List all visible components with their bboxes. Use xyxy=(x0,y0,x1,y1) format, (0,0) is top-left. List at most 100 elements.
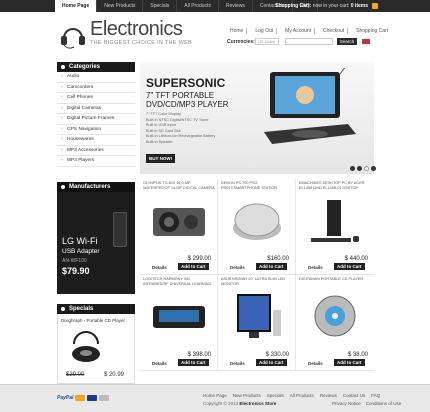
ad-line-3: AN-WF100 xyxy=(62,258,87,264)
cart-icon[interactable] xyxy=(372,3,378,9)
search-input[interactable] xyxy=(285,38,333,45)
ad-price: $79.90 xyxy=(62,266,90,276)
footer-link-new[interactable]: New Products xyxy=(233,393,261,398)
product-price: $ 398.00 xyxy=(187,352,211,358)
product-name[interactable]: ASUS MS208H 20" ULTRA SLIM LED MONITOR xyxy=(221,277,293,286)
category-cell-phones[interactable]: Cell Phones xyxy=(57,93,135,104)
categories-heading: Categories xyxy=(57,62,135,72)
visa-icon xyxy=(87,395,98,401)
header-link-home[interactable]: Home xyxy=(227,28,248,34)
footer-link-faq[interactable]: FAQ xyxy=(371,393,380,398)
header-link-checkout[interactable]: Checkout xyxy=(320,28,349,34)
search-button[interactable]: Search xyxy=(337,38,357,45)
bullet-icon xyxy=(61,65,65,69)
special-product-name[interactable]: Dixighraph - Portable CD Player xyxy=(61,318,125,323)
currency-label: Currencies: xyxy=(227,39,255,45)
nav-all-products[interactable]: All Products xyxy=(177,0,219,12)
conditions-link[interactable]: Conditions of Use xyxy=(366,401,402,406)
product-name[interactable]: OLYMPUS TG-810 16.0-MP WATERPROOF 14-MP … xyxy=(143,181,215,190)
header-links: Home Log Out My Account Checkout Shoppin… xyxy=(227,28,391,34)
dvd-player-image xyxy=(264,68,356,144)
add-to-cart-button[interactable]: Add to Cart xyxy=(178,359,209,366)
desktop-pc-image[interactable] xyxy=(301,192,369,248)
promo-banner[interactable]: SUPERSONIC 7" TFT PORTABLE DVD/CD/MP3 PLA… xyxy=(140,62,376,174)
buy-now-button[interactable]: BUY NOW! xyxy=(146,154,176,163)
nav-reviews[interactable]: Reviews xyxy=(219,0,253,12)
flag-icon[interactable] xyxy=(362,39,370,44)
store-name[interactable]: Electronics Store xyxy=(239,401,276,406)
slider-dot-active[interactable] xyxy=(364,166,369,171)
category-gps[interactable]: GPS Navigation xyxy=(57,125,135,135)
copyright: Copyright © 2013 Electronics Store xyxy=(203,401,277,406)
remote-image[interactable] xyxy=(145,288,213,344)
headphones-logo-icon xyxy=(61,28,85,49)
categories-box: Categories Audio Camcorders Cell Phones … xyxy=(57,62,135,167)
logo-subtitle: THE BIGGEST CHOICE IN THE WEB xyxy=(90,40,193,46)
product-card: EMACHINES DESKTOP PC BY ACER, EL1358 LIN… xyxy=(296,179,374,275)
top-cart[interactable]: Shopping Cart: now in your cart: 0 items xyxy=(275,0,368,12)
ad-line-1: LG Wi-Fi xyxy=(62,236,98,246)
add-to-cart-button[interactable]: Add to Cart xyxy=(178,263,209,270)
special-product[interactable]: Dixighraph - Portable CD Player $29.00 $… xyxy=(57,314,135,384)
product-price: $ 38.00 xyxy=(347,352,368,358)
printer-station-image[interactable] xyxy=(223,192,291,248)
logo-title[interactable]: Electronics xyxy=(90,18,183,41)
currency-select[interactable]: US Dollar xyxy=(255,38,279,45)
details-link[interactable]: Details xyxy=(308,265,323,270)
details-link[interactable]: Details xyxy=(308,361,323,366)
product-name[interactable]: EMACHINES DESKTOP PC BY ACER, EL1358 LIN… xyxy=(299,181,371,190)
details-link[interactable]: Details xyxy=(152,361,167,366)
details-link[interactable]: Details xyxy=(230,265,245,270)
banner-title: SUPERSONIC xyxy=(146,76,226,90)
slider-dot[interactable] xyxy=(350,166,355,171)
special-old-price: $29.00 xyxy=(66,372,85,378)
privacy-link[interactable]: Privacy Notice xyxy=(332,401,361,406)
slider-dot[interactable] xyxy=(357,166,362,171)
cart-count: 0 items xyxy=(350,3,368,9)
category-camcorders[interactable]: Camcorders xyxy=(57,83,135,93)
header-link-account[interactable]: My Account xyxy=(282,28,315,34)
details-link[interactable]: Details xyxy=(152,265,167,270)
product-card: LOGITECH HARMONY 900 INFRARED/RF UNIVERS… xyxy=(140,275,218,371)
footer-link-home[interactable]: Home Page xyxy=(203,393,227,398)
nav-specials[interactable]: Specials xyxy=(143,0,178,12)
details-link[interactable]: Details xyxy=(230,361,245,366)
cart-text: now in your cart xyxy=(312,3,348,9)
header-link-logout[interactable]: Log Out xyxy=(252,28,278,34)
cart-label: Shopping Cart: xyxy=(275,3,312,9)
header-link-cart[interactable]: Shopping Cart xyxy=(353,28,391,34)
product-name[interactable]: LOGITECH HARMONY 900 INFRARED/RF UNIVERS… xyxy=(143,277,215,286)
add-to-cart-button[interactable]: Add to Cart xyxy=(334,359,365,366)
add-to-cart-button[interactable]: Add to Cart xyxy=(334,263,365,270)
product-card: DIGITAMAN PORTABLE CD PLAYER $ 38.00 Det… xyxy=(296,275,374,371)
category-audio[interactable]: Audio xyxy=(57,72,135,83)
add-to-cart-button[interactable]: Add to Cart xyxy=(256,263,287,270)
footer-link-specials[interactable]: Specials xyxy=(267,393,284,398)
footer-link-contact[interactable]: Contact Us xyxy=(343,393,365,398)
cd-player-image[interactable] xyxy=(301,288,369,344)
footer-link-reviews[interactable]: Reviews xyxy=(320,393,337,398)
nav-new-products[interactable]: New Products xyxy=(97,0,144,12)
product-name[interactable]: DIGITAMAN PORTABLE CD PLAYER xyxy=(299,277,371,286)
product-name[interactable]: DENON PS-700 PSG PRINT/SMARTPHONE STATIO… xyxy=(221,181,293,190)
cd-player-image[interactable] xyxy=(68,330,104,364)
camera-image[interactable] xyxy=(145,192,213,248)
usb-adapter-image[interactable] xyxy=(113,212,127,247)
payment-methods: PayPal xyxy=(57,395,110,401)
footer: PayPal Home Page New Products Specials A… xyxy=(0,384,430,412)
footer-link-all[interactable]: All Products xyxy=(290,393,314,398)
slider-dot[interactable] xyxy=(371,166,376,171)
category-picture-frames[interactable]: Digital Picture Frames xyxy=(57,114,135,125)
category-digital-cameras[interactable]: Digital Cameras xyxy=(57,104,135,114)
footer-links: Home Page New Products Specials All Prod… xyxy=(203,393,380,398)
category-mp3-players[interactable]: MP3 Players xyxy=(57,156,135,167)
monitor-image[interactable] xyxy=(223,288,291,344)
product-card: DENON PS-700 PSG PRINT/SMARTPHONE STATIO… xyxy=(218,179,296,275)
nav-home[interactable]: Home Page xyxy=(55,0,98,12)
product-price: $ 330.00 xyxy=(265,352,289,358)
banner-subtitle: 7" TFT PORTABLE DVD/CD/MP3 PLAYER xyxy=(146,91,229,109)
product-price: $160.00 xyxy=(267,256,289,262)
add-to-cart-button[interactable]: Add to Cart xyxy=(256,359,287,366)
category-mp3-accessories[interactable]: MP3 Accessories xyxy=(57,146,135,156)
category-housewares[interactable]: Housewares xyxy=(57,135,135,146)
